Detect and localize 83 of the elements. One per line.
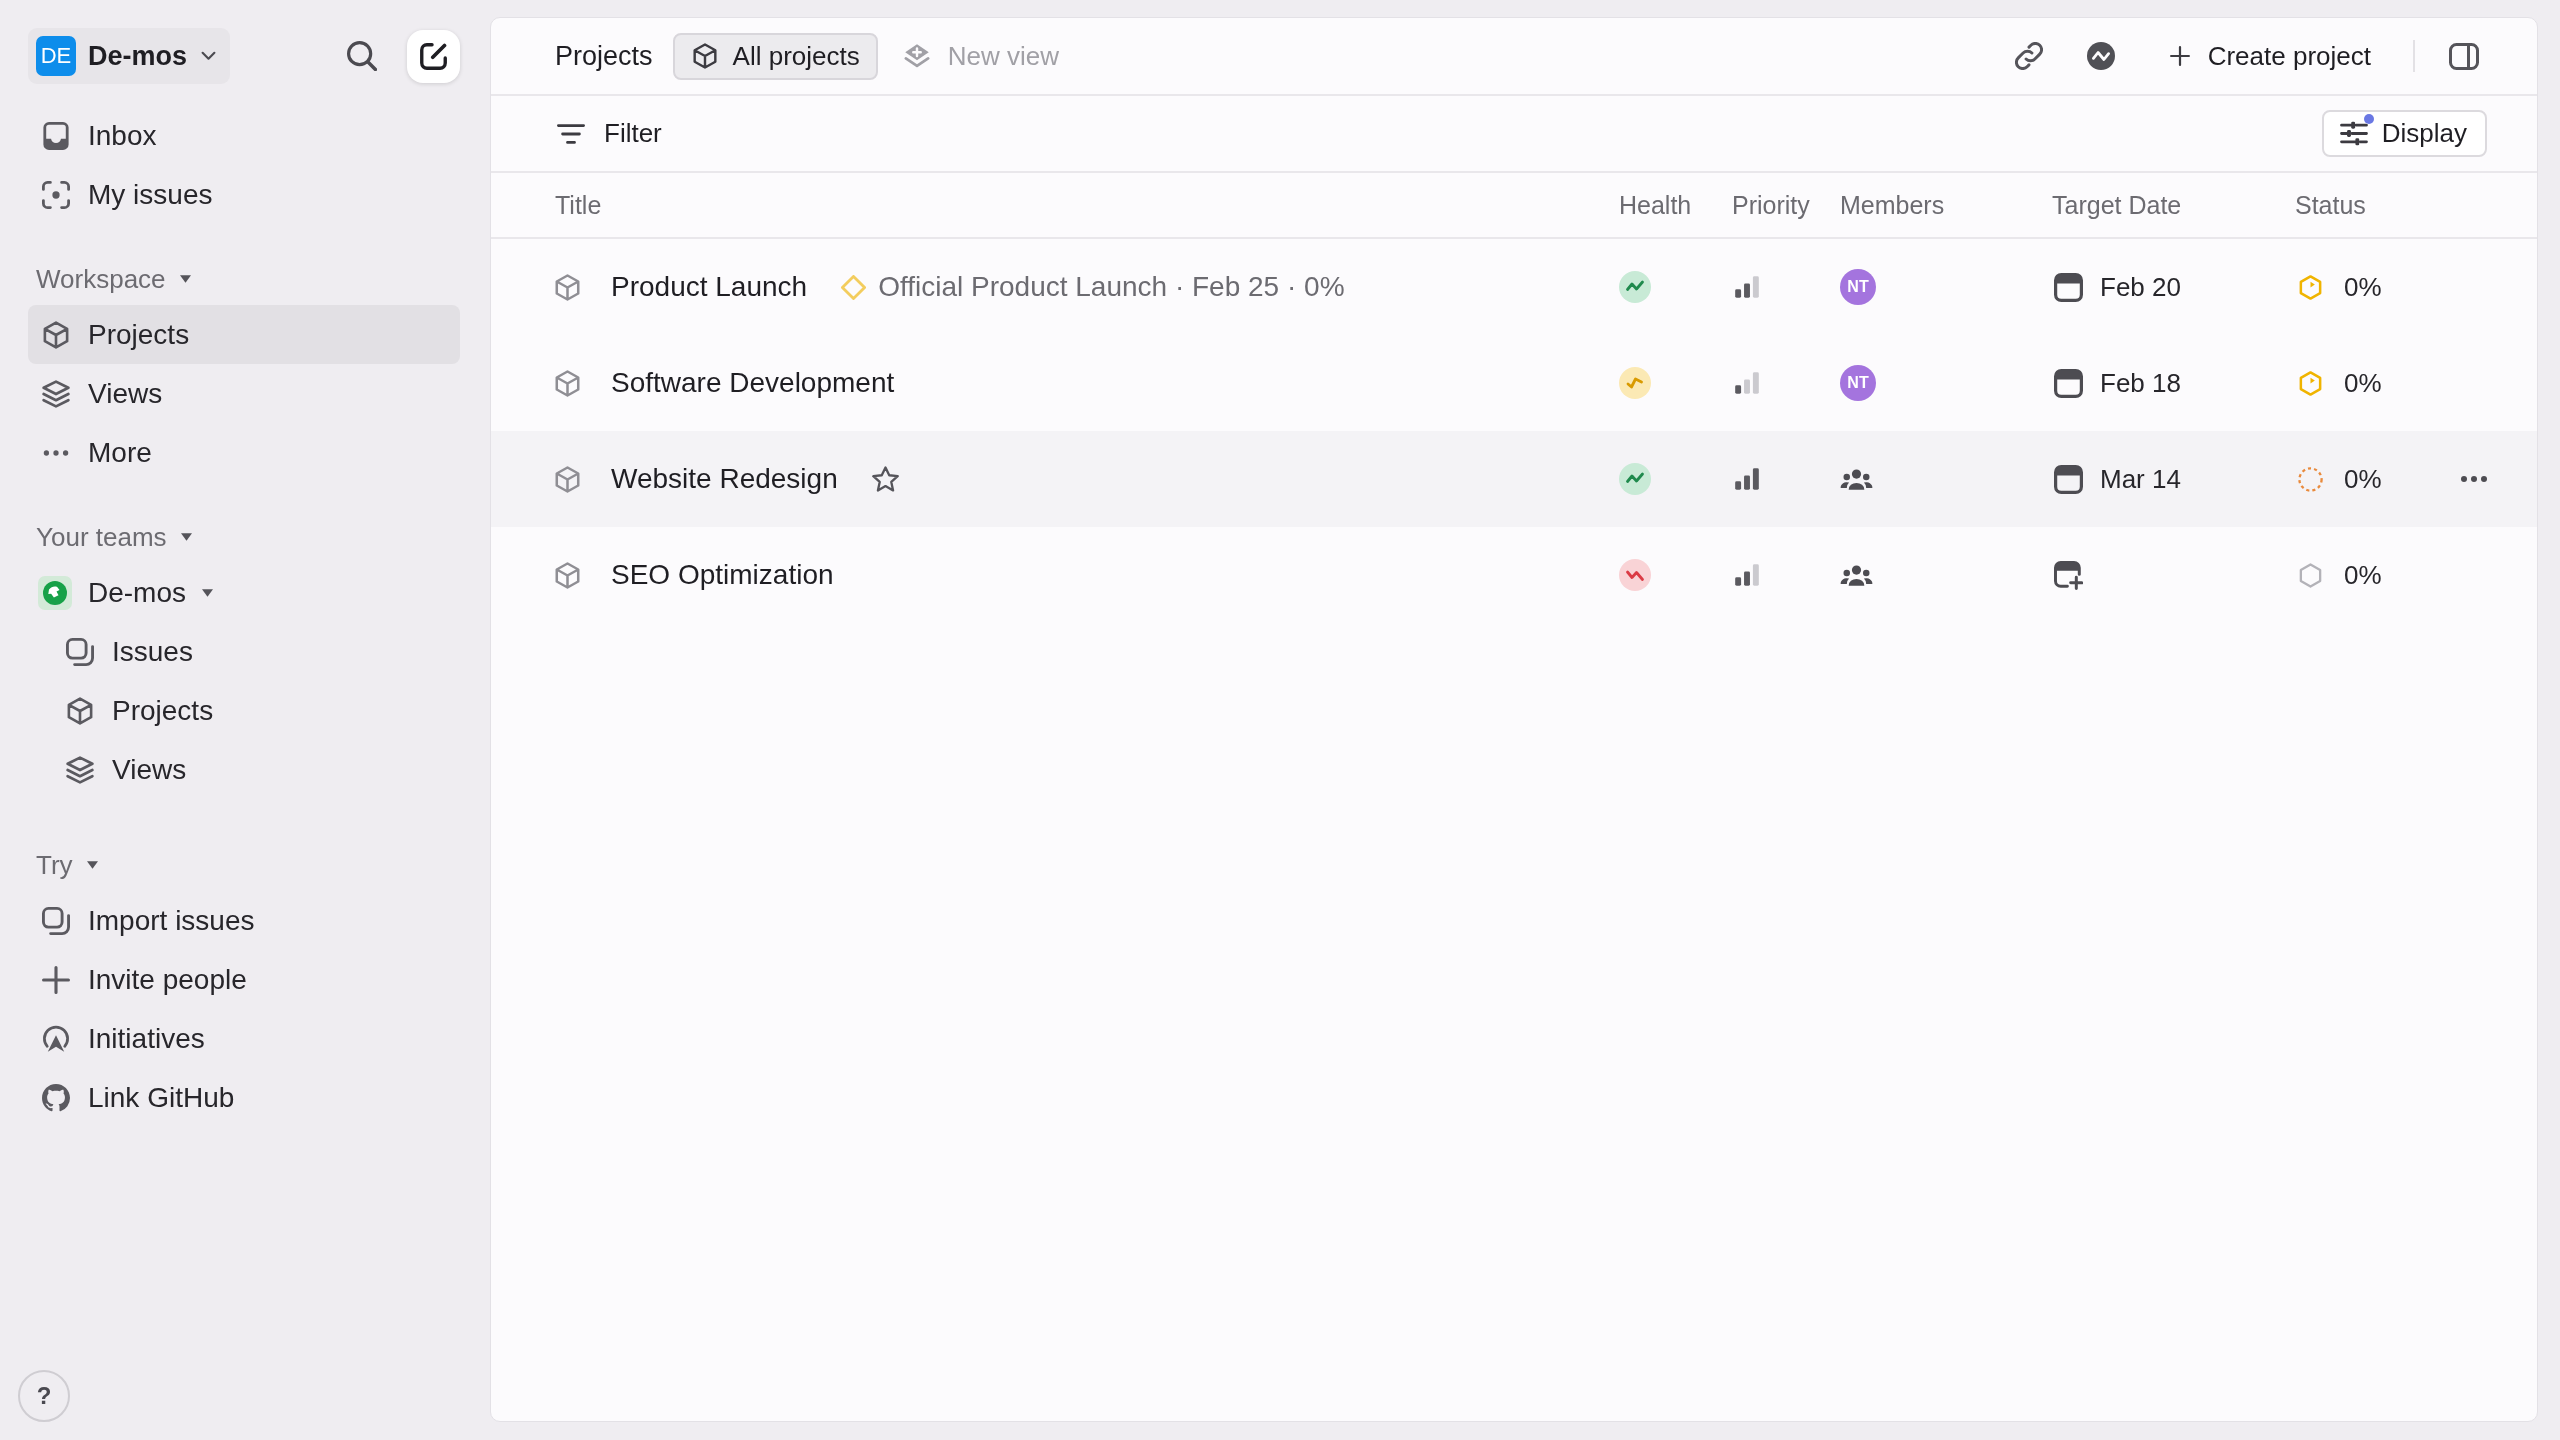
sidebar-item[interactable]: Projects <box>28 681 460 740</box>
link-icon[interactable] <box>2014 42 2043 70</box>
status-percent: 0% <box>2344 463 2382 495</box>
member-avatar: NT <box>1840 365 1876 401</box>
help-button[interactable]: ? <box>18 1370 70 1422</box>
plus-icon <box>42 965 70 994</box>
github-icon <box>42 1083 70 1112</box>
focus-target-icon <box>42 180 70 209</box>
sidebar-item[interactable]: Link GitHub <box>28 1068 460 1127</box>
column-header: Title <box>555 190 603 220</box>
more-icon <box>43 449 69 456</box>
layers-icon <box>66 755 94 784</box>
cube-icon <box>555 561 580 589</box>
compose-icon <box>420 42 447 70</box>
star-icon[interactable] <box>871 466 899 492</box>
panel-toggle-icon[interactable] <box>2449 42 2479 70</box>
section-toggle[interactable]: Try <box>28 839 98 891</box>
column-header: Target Date <box>2052 190 2183 220</box>
sidebar-item[interactable]: Initiatives <box>28 1009 460 1068</box>
target-date: Feb 18 <box>2100 367 2181 399</box>
sidebar-item[interactable]: My issues <box>28 165 460 224</box>
project-title[interactable]: Software Development <box>611 367 895 399</box>
cube-icon <box>555 465 580 493</box>
column-header: Health <box>1619 190 1693 220</box>
compose-button[interactable] <box>407 29 460 83</box>
people-group-icon <box>1840 467 1873 491</box>
target-date: Mar 14 <box>2100 463 2181 495</box>
cube-icon <box>692 43 717 69</box>
milestone-label: Official Product Launch · Feb 25 · 0% <box>878 271 1345 303</box>
sidebar-item[interactable]: More <box>28 423 460 482</box>
inbox-tray-icon <box>42 121 70 150</box>
cube-icon <box>66 696 94 725</box>
column-header: Priority <box>1732 190 1811 220</box>
status-percent: 0% <box>2344 271 2382 303</box>
create-project-button[interactable]: Create project <box>2169 40 2371 72</box>
calendar-plus-icon[interactable] <box>2054 560 2083 590</box>
layers-plus-icon <box>903 43 930 69</box>
sliders-icon <box>2339 121 2368 146</box>
diamond-icon <box>841 274 867 300</box>
sidebar-item[interactable]: Projects <box>28 305 460 364</box>
sidebar-item[interactable]: De-mos <box>28 563 460 622</box>
sidebar-item[interactable]: Views <box>28 740 460 799</box>
stacked-squares-icon <box>66 637 94 666</box>
highlighted-row[interactable]: Website Redesign Mar 14 0% <box>491 431 2537 527</box>
people-group-icon <box>1840 563 1873 587</box>
calendar-icon <box>2054 272 2083 302</box>
view-tab[interactable]: All projects <box>672 32 878 80</box>
activity-icon[interactable] <box>2086 42 2115 70</box>
filter-button[interactable]: Filter <box>557 118 662 149</box>
target-date: Feb 20 <box>2100 271 2181 303</box>
sidebar-item[interactable]: Invite people <box>28 950 460 1009</box>
page-title: Projects <box>555 40 653 72</box>
section-toggle[interactable]: Your teams <box>28 511 192 563</box>
layers-icon <box>42 379 70 408</box>
cube-icon <box>555 369 580 397</box>
cube-icon <box>42 320 70 349</box>
display-button[interactable]: Display <box>2321 110 2487 157</box>
plus-icon <box>2169 46 2190 66</box>
project-title[interactable]: Product Launch <box>611 271 808 303</box>
stacked-squares-icon <box>42 906 70 935</box>
sidebar-item[interactable]: Import issues <box>28 891 460 950</box>
status-percent: 0% <box>2344 367 2382 399</box>
sidebar-item[interactable]: Inbox <box>28 106 460 165</box>
filter-icon <box>557 123 585 144</box>
member-avatar: NT <box>1840 269 1876 305</box>
sidebar-item[interactable]: Views <box>28 364 460 423</box>
project-title[interactable]: Website Redesign <box>611 463 838 495</box>
workspace-switcher[interactable]: DE De-mos <box>28 28 231 84</box>
status-percent: 0% <box>2344 559 2382 591</box>
search-icon[interactable] <box>347 41 377 71</box>
workspace-avatar: DE <box>36 36 76 76</box>
more-icon[interactable] <box>2460 475 2488 483</box>
calendar-icon <box>2054 464 2083 494</box>
team-avatar-icon <box>38 575 72 610</box>
column-header: Status <box>2295 190 2367 220</box>
project-title[interactable]: SEO Optimization <box>611 559 834 591</box>
section-toggle[interactable]: Workspace <box>28 253 191 305</box>
calendar-icon <box>2054 368 2083 398</box>
sidebar-item[interactable]: Issues <box>28 622 460 681</box>
arrow-arch-icon <box>42 1024 70 1053</box>
cube-icon <box>555 273 580 301</box>
chevron-down-icon <box>201 51 217 61</box>
column-header: Members <box>1840 190 1946 220</box>
